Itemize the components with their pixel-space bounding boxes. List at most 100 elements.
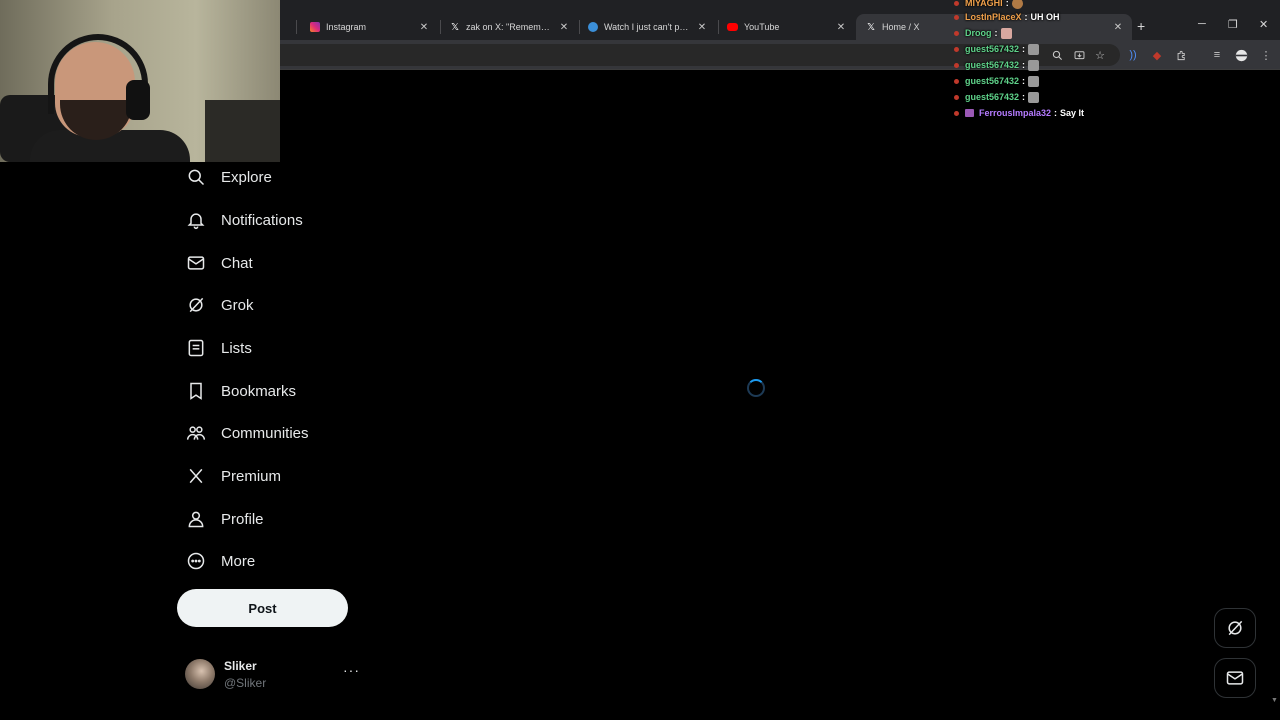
more-horizontal-icon[interactable]: ··· bbox=[343, 662, 360, 678]
sidebar-item-label: Profile bbox=[221, 510, 264, 528]
bookmark-icon bbox=[190, 382, 202, 400]
profile-icon[interactable] bbox=[1233, 47, 1249, 63]
post-button[interactable]: Post bbox=[177, 589, 348, 627]
chat-separator: : bbox=[994, 28, 998, 38]
mail-icon bbox=[187, 256, 205, 270]
sidebar-item-chat[interactable]: Chat bbox=[176, 242, 253, 284]
chat-text: Say It bbox=[1060, 108, 1085, 118]
tab-close-icon[interactable]: ✕ bbox=[418, 22, 430, 33]
chat-badge-icon bbox=[954, 78, 959, 84]
sidebar-item-explore[interactable]: Explore bbox=[176, 156, 272, 198]
tab-zak-on-x[interactable]: 𝕏 zak on X: "Remember wh ✕ bbox=[440, 14, 578, 40]
grok-icon bbox=[189, 297, 204, 313]
tab-watch[interactable]: Watch I just can't prove it ✕ bbox=[578, 14, 716, 40]
tab-close-icon[interactable]: ✕ bbox=[558, 22, 570, 33]
chat-badge-icon bbox=[954, 94, 959, 100]
minimize-icon[interactable]: ─ bbox=[1198, 18, 1206, 30]
chat-separator: : bbox=[1024, 12, 1028, 22]
chat-message: Droog : bbox=[952, 26, 1012, 40]
scroll-down-arrow-icon[interactable]: ▼ bbox=[1271, 697, 1278, 704]
account-handle: @Sliker bbox=[224, 676, 267, 690]
bell-icon bbox=[187, 213, 205, 230]
account-switcher[interactable]: Sliker @Sliker ··· bbox=[185, 656, 365, 692]
chat-separator: : bbox=[1022, 92, 1026, 102]
face-emote-icon bbox=[1028, 59, 1040, 71]
sidebar-item-label: Lists bbox=[221, 339, 252, 357]
tab-close-icon[interactable]: ✕ bbox=[696, 22, 708, 33]
sidebar-item-bookmarks[interactable]: Bookmarks bbox=[176, 370, 296, 412]
tab-close-icon[interactable]: ✕ bbox=[835, 22, 847, 33]
menu-icon[interactable]: ⋮ bbox=[1258, 47, 1274, 63]
tab-close-icon[interactable]: ✕ bbox=[1112, 22, 1124, 33]
tab-title: zak on X: "Remember wh bbox=[466, 22, 552, 32]
chat-separator: : bbox=[1022, 76, 1026, 86]
chat-message: guest567432 : bbox=[952, 58, 1040, 72]
sidebar-item-label: Explore bbox=[221, 168, 272, 186]
grok-icon bbox=[1228, 620, 1243, 636]
webcam-shelf bbox=[205, 100, 280, 162]
list-icon bbox=[188, 339, 204, 357]
x-logo-icon: 𝕏 bbox=[866, 21, 876, 33]
tab-title: YouTube bbox=[744, 22, 780, 32]
webcam-headphone-cup bbox=[126, 80, 150, 120]
sidebar-item-label: Grok bbox=[221, 296, 254, 314]
chat-username: guest567432 bbox=[965, 92, 1020, 102]
window-close-icon[interactable]: ✕ bbox=[1259, 18, 1268, 31]
avatar bbox=[185, 659, 215, 689]
chat-username: LostInPlaceX bbox=[965, 12, 1022, 22]
youtube-icon bbox=[727, 23, 738, 31]
media-icon[interactable]: ≡ bbox=[1209, 47, 1225, 63]
install-icon[interactable] bbox=[1071, 47, 1087, 63]
chat-username: FerrousImpala32 bbox=[979, 108, 1052, 118]
subscriber-badge-icon bbox=[965, 109, 974, 117]
chat-separator: : bbox=[1005, 0, 1009, 8]
sidebar-item-more[interactable]: More bbox=[176, 540, 255, 582]
shield-icon[interactable]: ◆ bbox=[1149, 47, 1165, 63]
sidebar-item-grok[interactable]: Grok bbox=[176, 284, 254, 326]
tab-separator bbox=[296, 20, 297, 34]
tab-instagram[interactable]: Instagram ✕ bbox=[300, 14, 438, 40]
chat-badge-icon bbox=[954, 110, 959, 116]
sidebar-item-label: Bookmarks bbox=[221, 382, 297, 400]
sidebar-item-label: Premium bbox=[221, 467, 282, 485]
communities-icon bbox=[186, 426, 206, 440]
person-icon bbox=[188, 511, 204, 528]
chat-separator: : bbox=[1022, 44, 1026, 54]
chat-badge-icon bbox=[954, 46, 959, 52]
sidebar-item-profile[interactable]: Profile bbox=[176, 498, 264, 540]
restore-icon[interactable]: ❐ bbox=[1228, 18, 1238, 31]
extensions-icon[interactable] bbox=[1173, 47, 1189, 63]
face-emote-icon bbox=[1028, 91, 1040, 103]
messages-floating-button[interactable] bbox=[1214, 658, 1256, 698]
chat-badge-icon bbox=[954, 14, 959, 20]
cookie-emote-icon bbox=[1011, 0, 1023, 9]
chat-username: guest567432 bbox=[965, 44, 1020, 54]
sidebar-item-premium[interactable]: Premium bbox=[176, 455, 281, 497]
loading-spinner-icon bbox=[747, 379, 765, 397]
audio-icon[interactable]: )) bbox=[1125, 47, 1141, 63]
tab-youtube[interactable]: YouTube ✕ bbox=[717, 14, 855, 40]
chat-text: UH OH bbox=[1030, 12, 1060, 22]
chat-message: guest567432 : bbox=[952, 42, 1040, 56]
sidebar-item-label: Chat bbox=[221, 254, 253, 272]
tab-title: Instagram bbox=[326, 22, 367, 32]
chat-username: guest567432 bbox=[965, 60, 1020, 70]
globe-icon bbox=[588, 22, 598, 32]
chat-message: MIYAGHI : bbox=[952, 0, 1023, 10]
chat-message: guest567432 : bbox=[952, 74, 1040, 88]
sidebar-item-lists[interactable]: Lists bbox=[176, 327, 252, 369]
tab-title: Watch I just can't prove it bbox=[604, 22, 690, 32]
sidebar-item-notifications[interactable]: Notifications bbox=[176, 199, 303, 241]
x-logo-icon bbox=[189, 468, 203, 484]
chat-message: FerrousImpala32 : Say It bbox=[952, 106, 1084, 120]
grok-floating-button[interactable] bbox=[1214, 608, 1256, 648]
zoom-icon[interactable] bbox=[1049, 47, 1065, 63]
sidebar-item-communities[interactable]: Communities bbox=[176, 412, 309, 454]
instagram-icon bbox=[310, 22, 320, 32]
chat-username: MIYAGHI bbox=[965, 0, 1003, 8]
new-tab-button[interactable]: + bbox=[1137, 18, 1145, 34]
chat-message: guest567432 : bbox=[952, 90, 1040, 104]
hand-emote-icon bbox=[1000, 27, 1012, 39]
bookmark-star-icon[interactable]: ☆ bbox=[1092, 47, 1108, 63]
search-icon bbox=[188, 169, 205, 186]
